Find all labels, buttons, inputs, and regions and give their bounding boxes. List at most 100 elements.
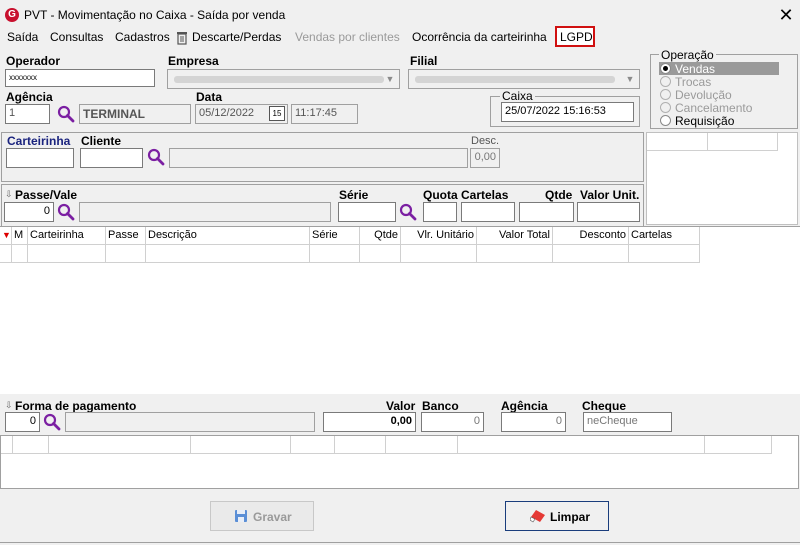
empresa-select[interactable]: ▼ [167,69,400,89]
cartelas-field[interactable] [461,202,515,222]
chevron-down-icon: ▼ [625,74,635,84]
valor-field[interactable]: 0,00 [323,412,416,432]
search-icon[interactable] [57,105,75,123]
limpar-button[interactable]: Limpar [505,501,609,531]
agencia-label: Agência [6,90,53,104]
agencia-name-field: TERMINAL [79,104,191,124]
quota-label: Quota [423,188,458,202]
table-row[interactable] [0,245,700,263]
trash-icon [176,30,188,45]
quota-field[interactable] [423,202,457,222]
desc-field: 0,00 [470,148,500,168]
col-valor-total[interactable]: Valor Total [477,227,553,244]
qtde-field[interactable] [519,202,574,222]
pagamento-agencia-field[interactable]: 0 [501,412,566,432]
cliente-field[interactable] [80,148,143,168]
data-label: Data [196,90,223,104]
caixa-field: 25/07/2022 15:16:53 [501,102,634,122]
menu-vendas-por-clientes: Vendas por clientes [295,30,400,44]
radio-cancelamento-label: Cancelamento [675,101,753,115]
filial-select[interactable]: ▼ [408,69,640,89]
app-logo-icon: G [5,8,19,22]
items-grid-header: ▼ M Carteirinha Passe Descrição Série Qt… [0,227,700,245]
menu-ocorrencia-carteirinha[interactable]: Ocorrência da carteirinha [412,30,547,46]
radio-devolucao-label: Devolução [675,88,732,102]
passe-label: Passe/Vale [15,188,78,202]
col-desconto[interactable]: Desconto [553,227,629,244]
radio-trocas [660,76,671,87]
col-vlr-unitario[interactable]: Vlr. Unitário [401,227,477,244]
payment-grid-header [1,436,772,454]
time-field: 11:17:45 [291,104,358,124]
col-qtde[interactable]: Qtde [360,227,401,244]
col-cartelas[interactable]: Cartelas [629,227,700,244]
desc-label: Desc. [471,135,500,147]
agencia-field[interactable]: 1 [5,104,50,124]
chevron-down-icon: ▼ [385,74,395,84]
window-title: PVT - Movimentação no Caixa - Saída por … [24,8,286,22]
pagamento-agencia-label: Agência [501,399,548,413]
valor-unit-label: Valor Unit. [580,188,640,202]
operador-field[interactable]: xxxxxxx [5,69,155,87]
col-passe[interactable]: Passe [106,227,146,244]
arrow-down-icon: ⇩ [5,400,13,410]
col-serie[interactable]: Série [310,227,360,244]
search-icon[interactable] [147,148,165,166]
forma-pagamento-desc-field [65,412,315,432]
search-icon[interactable] [399,203,417,221]
col-descricao[interactable]: Descrição [146,227,310,244]
sort-indicator-icon: ▼ [0,227,12,244]
gravar-button: Gravar [210,501,314,531]
cartelas-label: Cartelas [461,188,509,202]
close-icon[interactable]: ✕ [776,5,796,25]
radio-trocas-label: Trocas [675,75,712,89]
menu-cadastros[interactable]: Cadastros [115,30,170,46]
caixa-label: Caixa [500,89,535,103]
radio-devolucao [660,89,671,100]
radio-vendas-label[interactable]: Vendas [675,62,715,76]
serie-label: Série [339,188,369,202]
cliente-name-field [169,148,468,168]
forma-pagamento-field[interactable]: 0 [5,412,40,432]
menu-saida[interactable]: Saída [7,30,38,46]
filial-label: Filial [410,54,438,68]
operacao-label: Operação [659,48,716,62]
gravar-label: Gravar [253,510,292,524]
radio-vendas[interactable] [660,63,671,74]
menu-lgpd[interactable]: LGPD [560,30,593,46]
cliente-label: Cliente [81,134,122,148]
cheque-label: Cheque [582,399,627,413]
operador-label: Operador [6,54,61,68]
side-grid [646,132,798,225]
forma-pagamento-label: Forma de pagamento [15,399,137,413]
items-grid: ▼ M Carteirinha Passe Descrição Série Qt… [0,226,800,394]
empresa-label: Empresa [168,54,219,68]
cheque-field[interactable]: neCheque [583,412,672,432]
serie-field[interactable] [338,202,396,222]
carteirinha-label: Carteirinha [7,134,71,148]
save-icon [234,509,248,523]
passe-field[interactable]: 0 [4,202,54,222]
radio-cancelamento [660,102,671,113]
menu-descarte-perdas[interactable]: Descarte/Perdas [192,30,281,46]
banco-label: Banco [422,399,459,413]
menu-consultas[interactable]: Consultas [50,30,103,46]
passe-desc-field [79,202,331,222]
eraser-icon [529,509,546,523]
qtde-label: Qtde [545,188,573,202]
radio-requisicao[interactable] [660,115,671,126]
arrow-down-icon: ⇩ [5,189,13,199]
payment-grid [0,435,799,489]
limpar-label: Limpar [550,510,591,524]
calendar-icon[interactable]: 15 [269,106,285,121]
search-icon[interactable] [57,203,75,221]
banco-field[interactable]: 0 [421,412,484,432]
carteirinha-field[interactable] [6,148,74,168]
valor-unit-field[interactable] [577,202,640,222]
search-icon[interactable] [43,413,61,431]
bottom-divider [0,542,800,543]
radio-requisicao-label[interactable]: Requisição [675,114,734,128]
valor-label: Valor [386,399,416,413]
col-m[interactable]: M [12,227,28,244]
col-carteirinha[interactable]: Carteirinha [28,227,106,244]
